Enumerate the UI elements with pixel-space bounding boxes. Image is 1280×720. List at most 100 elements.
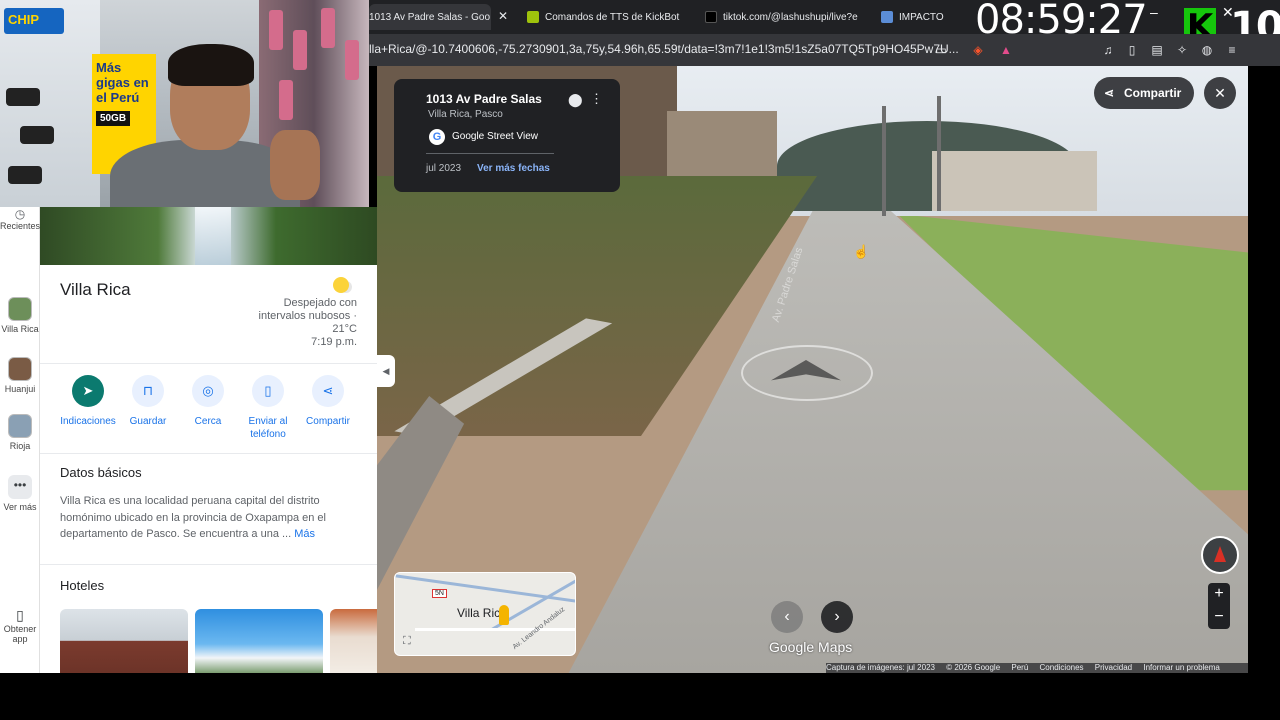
tab-label: Comandos de TTS de KickBot [545,11,680,23]
rail-item-rioja[interactable]: Rioja [0,414,40,451]
map-footer: Captura de imágenes: jul 2023 © 2026 Goo… [826,663,1248,673]
action-bar: ➤ Indicaciones ⊓ Guardar ◎ Cerca ▯ Envia… [40,375,377,445]
tab-label: IMPACTO [899,11,944,23]
bookmark-icon: ⊓ [132,375,164,407]
rail-label: Rioja [9,441,31,451]
chip-sign: CHIP [4,8,64,34]
zoom-control: + − [1208,583,1230,629]
share-icon: ⋖ [312,375,344,407]
directions-button[interactable]: ➤ Indicaciones [56,375,120,428]
tiktok-icon [705,11,717,23]
next-button[interactable]: › [821,601,853,633]
divider [40,453,377,454]
rail-label: Recientes [0,221,41,231]
address-bar: lla+Rica/@-10.7400606,-75.2730901,3a,75y… [369,34,1280,66]
rail-label: Villa Rica [1,324,39,334]
hand-cursor-icon: ☝ [853,244,870,259]
save-button[interactable]: ⊓ Guardar [116,375,180,428]
doc-icon [881,11,893,23]
tab-kickbot[interactable]: Comandos de TTS de KickBot [527,4,687,30]
maps-nav-rail: ◷ Recientes Villa Rica Huanjui Rioja •••… [0,207,40,673]
directions-icon: ➤ [72,375,104,407]
google-icon: G [429,129,445,145]
hotel-card[interactable] [330,609,377,673]
hotels-heading: Hoteles [60,578,105,593]
divider [40,363,377,364]
previous-button[interactable]: ‹ [771,601,803,633]
place-thumb [8,297,32,321]
webcam-overlay: CHIP Más gigas en el Perú 50GB [0,0,369,207]
kickbot-icon [527,11,539,23]
vpn-icon[interactable]: ◍ [1200,43,1214,57]
hotel-card[interactable] [60,609,188,673]
tab-close-icon[interactable]: ✕ [498,9,508,23]
screen: CHIP Más gigas en el Perú 50GB 1013 Av P… [0,0,1280,720]
tab-label: 1013 Av Padre Salas - Goo [369,11,491,23]
send-to-phone-button[interactable]: ▯ Enviar al teléfono [236,375,300,441]
location-card: 1013 Av Padre Salas Villa Rica, Pasco ⬤ … [394,79,620,192]
share-button[interactable]: ⋖ Compartir [1094,77,1194,109]
close-street-view-button[interactable]: ✕ [1204,77,1236,109]
basics-text: Villa Rica es una localidad peruana capi… [60,495,326,540]
place-panel: Villa Rica Despejado con intervalos nubo… [40,207,377,673]
tab-tiktok[interactable]: tiktok.com/@lashushupi/live?e [705,4,861,30]
pegman-icon[interactable] [499,605,509,625]
capture-date: jul 2023 [426,163,462,174]
place-title: Villa Rica [60,280,131,299]
place-hero-photo[interactable] [40,207,377,265]
zoom-in-button[interactable]: + [1208,583,1230,606]
minimap[interactable]: 5N Villa Rica Av. Leandro Andaluz ⛶ [394,572,576,656]
collapse-panel-button[interactable]: ◀ [377,355,395,387]
pin-icon[interactable]: ⬤ [568,92,583,108]
send-to-phone-icon: ▯ [252,375,284,407]
more-link[interactable]: Más [294,528,315,540]
menu-icon[interactable]: ≡ [1225,43,1239,57]
streamer [110,40,320,207]
rail-label: Huanjui [4,384,36,394]
nearby-button[interactable]: ◎ Cerca [176,375,240,428]
more-vert-icon[interactable]: ⋮ [590,91,603,107]
rail-label: Obtener app [3,624,37,644]
store-shelf: CHIP [0,0,100,207]
place-thumb [8,357,32,381]
expand-icon[interactable]: ⛶ [403,635,411,648]
zoom-out-button[interactable]: − [1208,606,1230,629]
google-maps-logo: Google Maps [769,639,853,655]
cast-icon[interactable]: ▭ [934,43,948,57]
divider [40,564,377,565]
hotel-card[interactable] [195,609,323,673]
weather-icon [333,277,349,293]
brave-shield-icon[interactable]: ◈ [971,43,985,57]
more-icon: ••• [8,475,32,499]
rail-item-recientes[interactable]: ◷ Recientes [0,207,40,231]
tab-maps[interactable]: 1013 Av Padre Salas - Goo [369,4,491,30]
compass-icon[interactable] [1201,536,1239,574]
basics-heading: Datos básicos [60,465,142,480]
media-icon[interactable]: ♫ [1101,43,1115,57]
extensions-icon[interactable]: ✧ [1175,43,1189,57]
history-icon: ◷ [14,207,26,221]
shelf-item [8,166,42,184]
tab-impacto[interactable]: IMPACTO [881,4,971,30]
shelf-item [6,88,40,106]
place-thumb [8,414,32,438]
phone-icon: ▯ [16,607,24,623]
wallet-icon[interactable]: ▤ [1150,43,1164,57]
more-dates-link[interactable]: Ver más fechas [477,163,550,174]
share-icon: ⋖ [1104,86,1115,100]
share-place-button[interactable]: ⋖ Compartir [296,375,360,428]
rail-item-villa-rica[interactable]: Villa Rica [0,297,40,334]
route-shield: 5N [432,589,447,598]
rail-label: Ver más [3,502,37,512]
url-field[interactable]: lla+Rica/@-10.7400606,-75.2730901,3a,75y… [369,42,959,56]
rail-item-huanjui[interactable]: Huanjui [0,357,40,394]
brave-rewards-icon[interactable]: ▲ [999,43,1013,57]
weather-info: Despejado con intervalos nubosos · 21°C … [258,297,357,348]
location-subtitle: Villa Rica, Pasco [428,109,503,120]
nearby-icon: ◎ [192,375,224,407]
rail-item-ver-mas[interactable]: ••• Ver más [0,475,40,512]
shelf-item [20,126,54,144]
minimize-icon[interactable]: – [1150,4,1158,20]
sidebar-icon[interactable]: ▯ [1125,43,1139,57]
rail-item-obtener-app[interactable]: ▯ Obtener app [0,607,40,644]
